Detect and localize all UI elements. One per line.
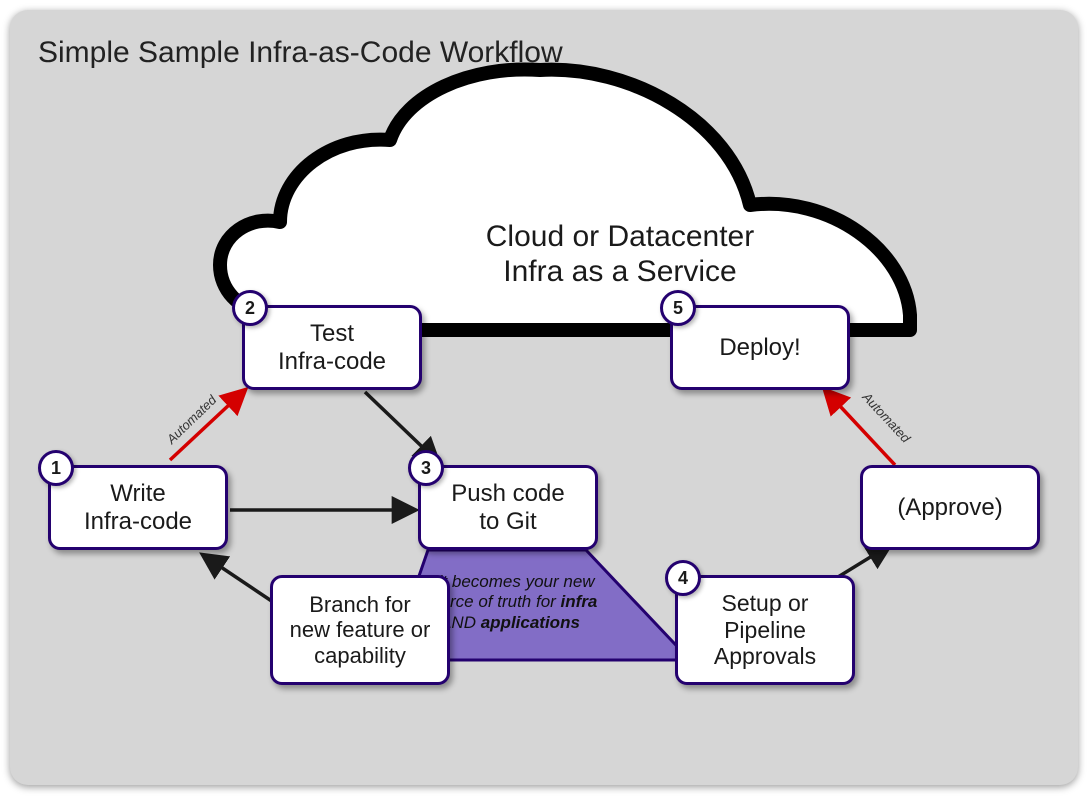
diagram-svg-layer bbox=[10, 10, 1078, 785]
badge-2: 2 bbox=[232, 290, 268, 326]
badge-3: 3 bbox=[408, 450, 444, 486]
node-push-label: Push codeto Git bbox=[451, 480, 564, 535]
cloud-icon bbox=[220, 69, 910, 330]
arrow-approve-to-deploy bbox=[825, 390, 895, 465]
git-note-apps: applications bbox=[481, 613, 580, 632]
node-approve: (Approve) bbox=[860, 465, 1040, 550]
git-note-infra: infra bbox=[561, 592, 598, 611]
node-setup-label: Setup orPipelineApprovals bbox=[714, 590, 816, 669]
node-push-to-git: Push codeto Git bbox=[418, 465, 598, 550]
node-approve-label: (Approve) bbox=[897, 494, 1002, 522]
node-deploy: Deploy! bbox=[670, 305, 850, 390]
badge-5: 5 bbox=[660, 290, 696, 326]
node-write-label: WriteInfra-code bbox=[84, 480, 192, 535]
cloud-label: Cloud or Datacenter Infra as a Service bbox=[440, 220, 800, 289]
node-branch-label: Branch fornew feature orcapability bbox=[290, 592, 431, 668]
badge-4: 4 bbox=[665, 560, 701, 596]
cloud-label-line1: Cloud or Datacenter bbox=[486, 220, 754, 253]
node-branch: Branch fornew feature orcapability bbox=[270, 575, 450, 685]
node-test-infra-code: TestInfra-code bbox=[242, 305, 422, 390]
node-write-infra-code: WriteInfra-code bbox=[48, 465, 228, 550]
node-setup-approvals: Setup orPipelineApprovals bbox=[675, 575, 855, 685]
cloud-label-line2: Infra as a Service bbox=[503, 255, 736, 288]
node-deploy-label: Deploy! bbox=[719, 334, 800, 362]
badge-1: 1 bbox=[38, 450, 74, 486]
diagram-canvas: Simple Sample Infra-as-Code Workflow bbox=[10, 10, 1078, 785]
node-test-label: TestInfra-code bbox=[278, 320, 386, 375]
